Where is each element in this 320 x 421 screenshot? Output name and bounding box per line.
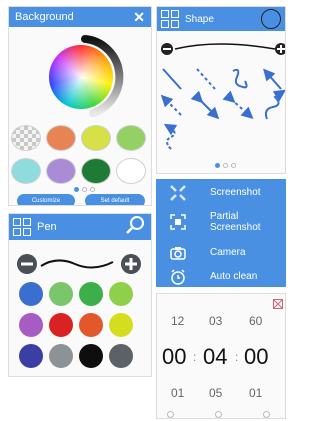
camera-icon <box>170 245 186 261</box>
customize-button[interactable]: Customize <box>17 194 75 205</box>
menu-item-label: Auto clean <box>210 271 258 283</box>
capture-menu: Screenshot Partial Screenshot Camera Aut… <box>156 179 286 287</box>
auto-clean-timer-panel: 12 03 60 00 : 04 : 00 01 05 01 <box>156 293 286 419</box>
time-separator: : <box>193 350 197 364</box>
shape-options <box>160 43 286 150</box>
pen-color-swatch[interactable] <box>49 313 73 337</box>
partial-screenshot-icon <box>170 214 186 230</box>
pen-color-swatch[interactable] <box>79 344 103 368</box>
minutes-prev[interactable]: 03 <box>209 314 222 328</box>
stroke-size-slider[interactable] <box>161 43 286 55</box>
pen-size-slider[interactable] <box>9 250 152 280</box>
dashed-arrow-icon[interactable] <box>160 94 182 116</box>
shape-title: Shape <box>185 13 214 25</box>
screenshot-icon <box>170 185 186 201</box>
background-panel: Background ✕ Customize Set default <box>8 6 152 206</box>
freehand-dashed-arrow-icon[interactable] <box>163 123 178 150</box>
color-swatch[interactable] <box>46 125 76 151</box>
color-swatch[interactable] <box>116 125 146 151</box>
grid-icon <box>13 218 31 236</box>
close-icon[interactable] <box>273 296 283 314</box>
hours-next[interactable]: 01 <box>171 386 184 400</box>
transparent-swatch[interactable] <box>11 125 41 151</box>
color-swatch[interactable] <box>116 158 146 184</box>
seconds-prev[interactable]: 60 <box>249 314 262 328</box>
menu-item-camera[interactable]: Camera <box>156 243 286 263</box>
hours-prev[interactable]: 12 <box>171 314 184 328</box>
close-icon[interactable]: ✕ <box>133 10 145 24</box>
pen-color-swatch[interactable] <box>49 344 73 368</box>
page-dot[interactable] <box>74 187 79 192</box>
color-swatch[interactable] <box>81 125 111 151</box>
double-arrow-icon[interactable] <box>190 90 220 120</box>
background-title: Background <box>15 11 74 23</box>
minutes-value[interactable]: 04 <box>203 344 227 370</box>
background-page-dots <box>74 187 95 192</box>
line-icon[interactable] <box>162 68 182 90</box>
shape-page-dots <box>215 163 236 168</box>
dashed-double-arrow-icon[interactable] <box>222 90 254 119</box>
pen-color-swatch[interactable] <box>19 344 43 368</box>
menu-item-screenshot[interactable]: Screenshot <box>156 183 286 203</box>
pen-color-swatch[interactable] <box>109 313 133 337</box>
pen-panel: Pen <box>8 213 152 377</box>
hours-value[interactable]: 00 <box>162 344 186 370</box>
page-dot[interactable] <box>82 187 87 192</box>
menu-item-auto-clean[interactable]: Auto clean <box>156 267 286 287</box>
color-swatch[interactable] <box>81 158 111 184</box>
page-dot[interactable] <box>231 163 236 168</box>
search-icon[interactable] <box>125 215 145 240</box>
hours-indicator <box>167 411 174 418</box>
pen-color-swatch[interactable] <box>19 313 43 337</box>
menu-item-label: Camera <box>210 247 246 259</box>
background-title-bar: Background ✕ <box>9 7 151 27</box>
page-dot[interactable] <box>90 187 95 192</box>
color-swatch[interactable] <box>46 158 76 184</box>
seconds-indicator <box>263 411 270 418</box>
pen-color-grid <box>19 282 133 368</box>
color-swatch[interactable] <box>11 158 41 184</box>
menu-item-label: Screenshot <box>210 187 261 199</box>
menu-item-label: Partial Screenshot <box>210 210 261 234</box>
minutes-indicator <box>215 411 222 418</box>
pen-color-swatch[interactable] <box>19 282 43 306</box>
pen-title-bar: Pen <box>9 214 151 240</box>
shape-title-bar: Shape <box>157 7 285 31</box>
freehand-arrow-icon[interactable] <box>264 89 285 120</box>
pen-color-swatch[interactable] <box>49 282 73 306</box>
minutes-next[interactable]: 05 <box>209 386 222 400</box>
dashed-line-icon[interactable] <box>196 68 216 90</box>
color-wheel-picker[interactable] <box>9 27 151 127</box>
menu-item-partial-screenshot[interactable]: Partial Screenshot <box>156 209 286 235</box>
pen-color-swatch[interactable] <box>109 282 133 306</box>
freehand-icon[interactable] <box>232 68 248 89</box>
current-shape-icon[interactable] <box>261 9 281 29</box>
page-dot[interactable] <box>215 163 220 168</box>
shape-panel: Shape <box>156 6 286 174</box>
set-default-button[interactable]: Set default <box>85 194 145 205</box>
grid-icon <box>161 10 179 28</box>
pen-color-swatch[interactable] <box>109 344 133 368</box>
arrow-icon[interactable] <box>263 68 282 90</box>
alarm-icon <box>170 269 186 285</box>
page-dot[interactable] <box>223 163 228 168</box>
seconds-value[interactable]: 00 <box>244 344 268 370</box>
seconds-next[interactable]: 01 <box>249 386 262 400</box>
time-separator: : <box>235 350 239 364</box>
background-swatches <box>11 125 146 184</box>
pen-color-swatch[interactable] <box>79 282 103 306</box>
pen-color-swatch[interactable] <box>79 313 103 337</box>
pen-title: Pen <box>37 221 57 233</box>
